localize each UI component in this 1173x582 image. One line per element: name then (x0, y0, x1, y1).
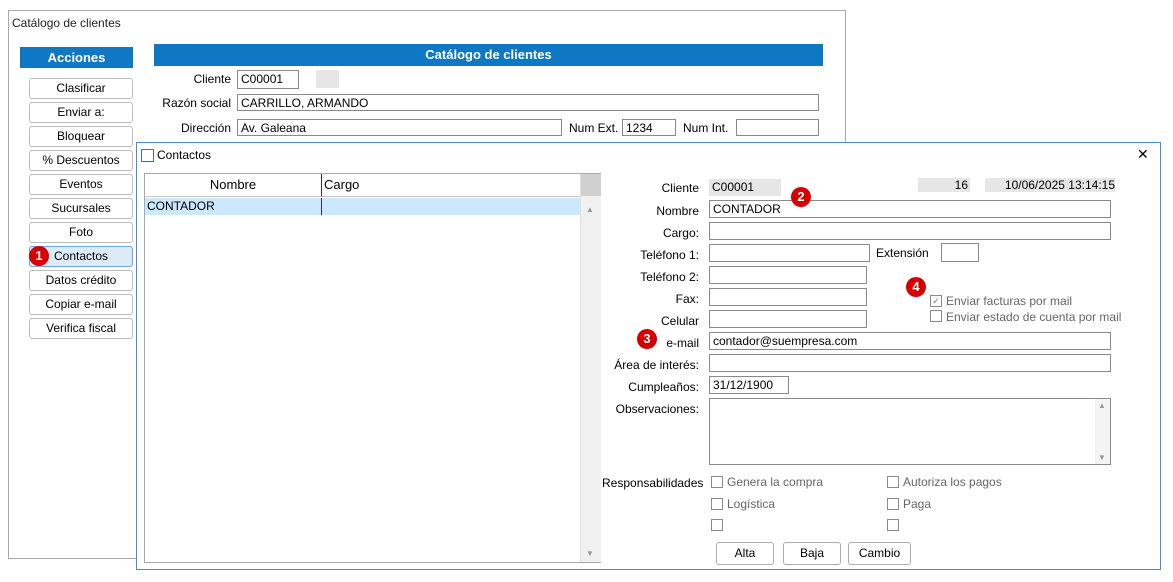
step-badge-3: 3 (637, 329, 657, 349)
genera-compra-label: Genera la compra (727, 475, 824, 489)
descuentos-button[interactable]: % Descuentos (29, 150, 133, 171)
contactos-dialog: Contactos ✕ Nombre Cargo ▲ ▼ CONTADOR Cl… (136, 142, 1161, 570)
obs-scroll-up-icon[interactable]: ▲ (1098, 401, 1106, 410)
baja-button[interactable]: Baja (783, 542, 841, 565)
table-row[interactable]: CONTADOR (145, 198, 580, 215)
step-badge-2: 2 (791, 187, 811, 207)
observaciones-field[interactable] (709, 398, 1111, 465)
contacts-grid: Nombre Cargo ▲ ▼ CONTADOR (144, 173, 601, 563)
paga-checkbox[interactable] (887, 498, 899, 510)
genera-compra-checkbox[interactable] (711, 476, 723, 488)
fax-field[interactable] (709, 288, 867, 306)
fax-label: Fax: (675, 292, 699, 306)
observaciones-label: Observaciones: (615, 402, 699, 416)
foto-button[interactable]: Foto (29, 222, 133, 243)
telefono2-field[interactable] (709, 266, 867, 284)
step-badge-4: 4 (906, 277, 926, 297)
bloquear-button[interactable]: Bloquear (29, 126, 133, 147)
extension-field[interactable] (941, 243, 979, 262)
logistica-checkbox[interactable] (711, 498, 723, 510)
num-ext-field[interactable]: 1234 (622, 119, 676, 136)
logistica-label: Logística (727, 497, 776, 511)
dialog-title: Contactos (157, 148, 212, 162)
enviar-estado-label: Enviar estado de cuenta por mail (946, 310, 1122, 324)
autoriza-pagos-checkbox[interactable] (887, 476, 899, 488)
column-header-cargo[interactable]: Cargo (322, 174, 580, 197)
area-interes-field[interactable] (709, 354, 1111, 372)
window-title: Catálogo de clientes (12, 16, 121, 30)
cumpleanos-label: Cumpleaños: (628, 380, 699, 394)
resp-extra1-checkbox[interactable] (711, 519, 723, 531)
direccion-field[interactable]: Av. Galeana (237, 119, 562, 136)
scroll-down-icon[interactable]: ▼ (586, 549, 594, 558)
extension-label: Extensión (876, 246, 929, 260)
eventos-button[interactable]: Eventos (29, 174, 133, 195)
num-int-label: Num Int. (683, 121, 729, 135)
razon-social-field[interactable]: CARRILLO, ARMANDO (237, 94, 819, 111)
copiar-email-button[interactable]: Copiar e-mail (29, 294, 133, 315)
form-cliente-field: C00001 (709, 179, 781, 196)
clasificar-button[interactable]: Clasificar (29, 78, 133, 99)
record-count: 16 (918, 178, 970, 192)
alta-button[interactable]: Alta (716, 542, 774, 565)
observaciones-scrollbar[interactable]: ▲ ▼ (1095, 399, 1110, 464)
nombre-label: Nombre (656, 204, 699, 218)
area-interes-label: Área de interés: (614, 358, 699, 372)
cumpleanos-field[interactable]: 31/12/1900 (709, 376, 789, 394)
nombre-field[interactable]: CONTADOR (709, 200, 1111, 218)
razon-social-label: Razón social (162, 96, 231, 110)
cargo-label: Cargo: (662, 226, 699, 240)
email-field[interactable]: contador@suempresa.com (709, 332, 1111, 350)
resp-extra2-checkbox[interactable] (887, 519, 899, 531)
celular-label: Celular (660, 314, 699, 328)
close-icon[interactable]: ✕ (1137, 146, 1149, 163)
celular-field[interactable] (709, 310, 867, 328)
cargo-field[interactable] (709, 222, 1111, 240)
datos-credito-button[interactable]: Datos crédito (29, 270, 133, 291)
cambio-button[interactable]: Cambio (848, 542, 911, 565)
responsabilidades-label: Responsabilidades (602, 476, 704, 490)
telefono1-label: Teléfono 1: (640, 248, 699, 262)
enviar-estado-checkbox[interactable] (930, 310, 942, 322)
step-badge-1: 1 (29, 246, 49, 266)
verifica-fiscal-button[interactable]: Verifica fiscal (29, 318, 133, 339)
scroll-up-icon[interactable]: ▲ (586, 205, 594, 214)
column-header-nombre[interactable]: Nombre (145, 174, 322, 197)
paga-label: Paga (903, 497, 932, 511)
enviar-facturas-label: Enviar facturas por mail (946, 294, 1073, 308)
cliente-lookup[interactable] (316, 70, 339, 88)
obs-scroll-down-icon[interactable]: ▼ (1098, 453, 1106, 462)
sucursales-button[interactable]: Sucursales (29, 198, 133, 219)
enviar-facturas-checkbox[interactable]: ✓ (930, 295, 942, 307)
num-int-field[interactable] (736, 119, 819, 136)
num-ext-label: Num Ext. (569, 121, 619, 135)
enviar-a-button[interactable]: Enviar a: (29, 102, 133, 123)
telefono1-field[interactable] (709, 244, 870, 262)
form-cliente-label: Cliente (661, 181, 699, 195)
cliente-field[interactable]: C00001 (237, 70, 299, 89)
telefono2-label: Teléfono 2: (640, 270, 699, 284)
catalogo-header: Catálogo de clientes (154, 44, 823, 66)
record-datetime: 10/06/2025 13:14:15 (985, 178, 1115, 192)
row-nombre: CONTADOR (147, 199, 215, 213)
cliente-label: Cliente (193, 72, 231, 86)
acciones-header: Acciones (20, 47, 133, 68)
direccion-label: Dirección (180, 121, 231, 135)
autoriza-pagos-label: Autoriza los pagos (903, 475, 1002, 489)
window-icon (141, 149, 154, 162)
